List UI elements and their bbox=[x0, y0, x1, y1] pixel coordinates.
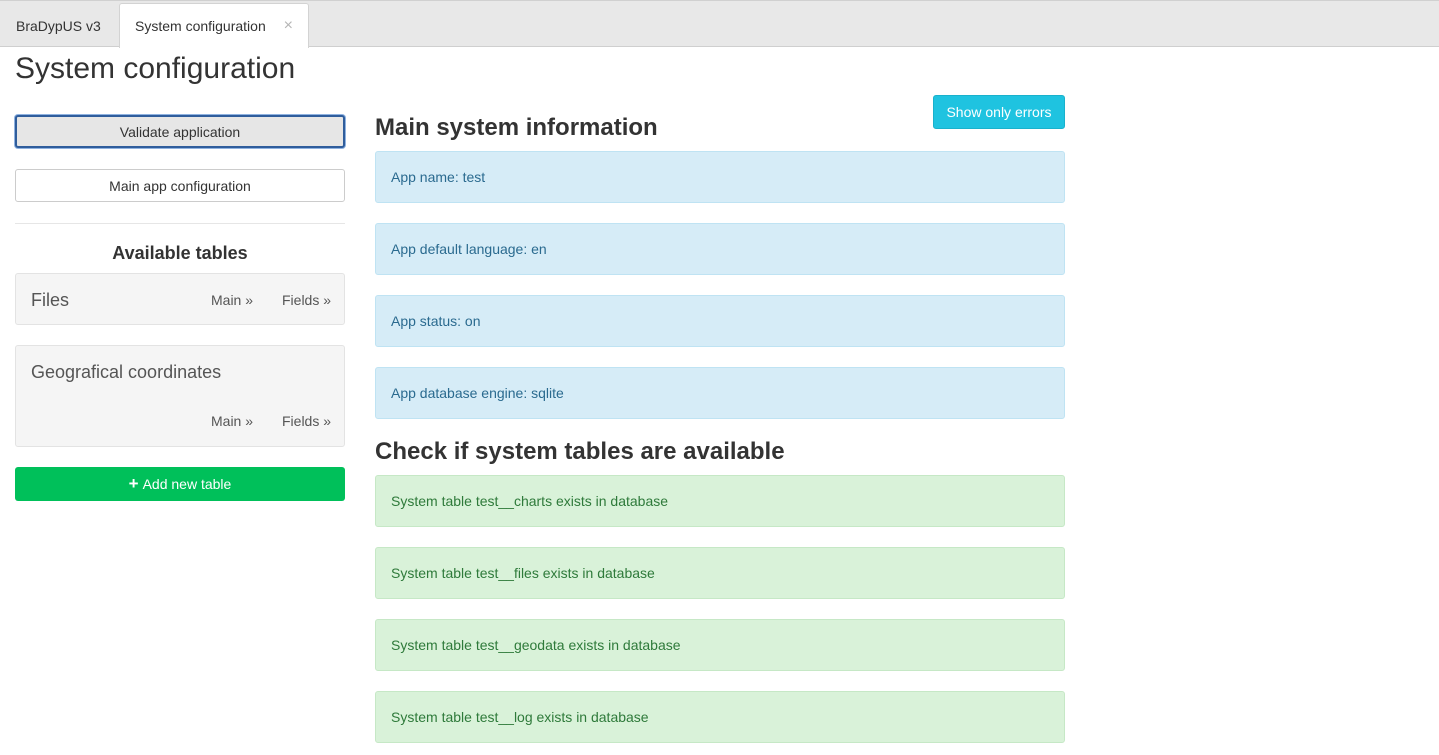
success-alert: System table test__log exists in databas… bbox=[375, 691, 1065, 743]
table-card-geografical-coordinates: Geografical coordinates Main » Fields » bbox=[15, 345, 345, 447]
tab-bar: BraDypUS v3 System configuration × bbox=[0, 0, 1439, 48]
tab-system-configuration[interactable]: System configuration × bbox=[119, 3, 309, 48]
validate-application-button[interactable]: Validate application bbox=[15, 115, 345, 148]
plus-icon: + bbox=[128, 474, 139, 493]
table-main-link[interactable]: Main » bbox=[211, 292, 253, 308]
info-alert: App status: on bbox=[375, 295, 1065, 347]
success-alert: System table test__geodata exists in dat… bbox=[375, 619, 1065, 671]
available-tables-title: Available tables bbox=[112, 243, 248, 263]
table-fields-link[interactable]: Fields » bbox=[282, 413, 331, 429]
table-main-link[interactable]: Main » bbox=[211, 413, 253, 429]
main-app-configuration-button[interactable]: Main app configuration bbox=[15, 169, 345, 202]
info-alert: App database engine: sqlite bbox=[375, 367, 1065, 419]
table-card-files: Files Main » Fields » bbox=[15, 273, 345, 325]
table-name: Geografical coordinates bbox=[31, 362, 222, 382]
tab-app-label: BraDypUS v3 bbox=[16, 17, 101, 34]
main-system-information-title: Main system information bbox=[375, 114, 658, 141]
page-title: System configuration bbox=[15, 52, 296, 85]
check-system-tables-title: Check if system tables are available bbox=[375, 438, 785, 465]
add-new-table-button[interactable]: + Add new table bbox=[15, 467, 345, 501]
success-alert: System table test__files exists in datab… bbox=[375, 547, 1065, 599]
table-name: Files bbox=[31, 290, 70, 310]
tab-app[interactable]: BraDypUS v3 bbox=[0, 3, 118, 48]
tab-system-configuration-label: System configuration bbox=[135, 18, 266, 34]
success-alert: System table test__charts exists in data… bbox=[375, 475, 1065, 527]
table-fields-link[interactable]: Fields » bbox=[282, 292, 331, 308]
close-icon[interactable]: × bbox=[284, 16, 293, 36]
show-only-errors-button[interactable]: Show only errors bbox=[933, 95, 1065, 129]
info-alert: App default language: en bbox=[375, 223, 1065, 275]
sidebar-divider bbox=[15, 223, 345, 224]
info-alert: App name: test bbox=[375, 151, 1065, 203]
add-new-table-label: Add new table bbox=[142, 476, 232, 492]
